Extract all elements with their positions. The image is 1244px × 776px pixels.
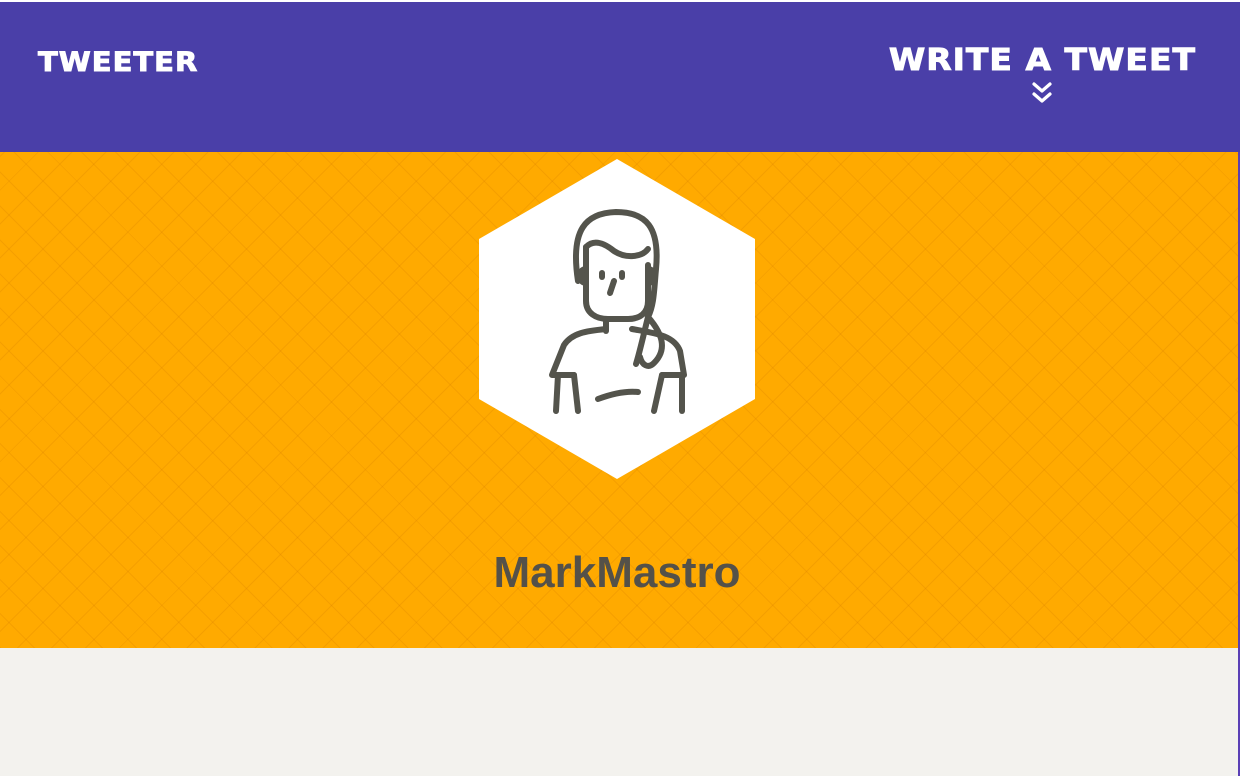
- woman-avatar-icon: [479, 159, 755, 479]
- navbar: Tweeter Write a tweet: [0, 2, 1240, 152]
- profile-handle: MarkMastro: [493, 548, 741, 597]
- write-tweet-button[interactable]: Write a tweet: [888, 40, 1196, 106]
- brand-logo[interactable]: Tweeter: [37, 46, 198, 78]
- window-right-edge: [1238, 152, 1240, 776]
- double-chevron-down-icon: [1032, 82, 1053, 103]
- write-tweet-label: Write a tweet: [888, 41, 1196, 78]
- page: Tweeter Write a tweet: [0, 0, 1244, 776]
- content-area: [0, 648, 1240, 776]
- profile-banner: MarkMastro: [0, 152, 1240, 648]
